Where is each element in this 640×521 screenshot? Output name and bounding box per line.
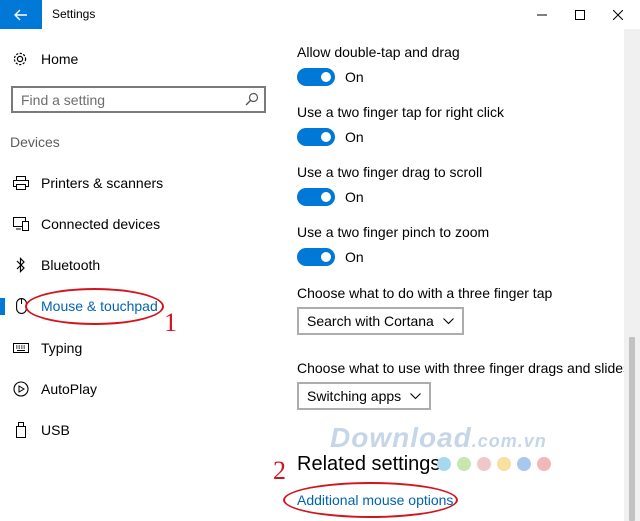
- maximize-icon: [575, 9, 585, 20]
- annotation-number-2: 2: [273, 456, 286, 485]
- three-finger-drag-dropdown[interactable]: Switching apps: [297, 382, 432, 410]
- title-bar: Settings: [0, 0, 640, 29]
- mouse-icon: [13, 298, 29, 314]
- sidebar-item-label: Typing: [41, 340, 83, 356]
- double-tap-title: Allow double-tap and drag: [297, 44, 460, 60]
- sidebar-item-label: AutoPlay: [41, 381, 98, 397]
- two-finger-drag-toggle[interactable]: On: [297, 187, 364, 207]
- sidebar-item-label: Connected devices: [41, 216, 161, 232]
- sidebar-item-usb[interactable]: USB: [0, 412, 272, 448]
- search-placeholder: Find a setting: [21, 92, 106, 108]
- toggle-switch[interactable]: [297, 248, 335, 266]
- back-button[interactable]: [0, 0, 42, 29]
- devices-section-label: Devices: [10, 134, 60, 150]
- vertical-scrollbar[interactable]: [624, 29, 640, 521]
- toggle-state: On: [345, 129, 364, 145]
- window-title: Settings: [52, 7, 96, 21]
- two-finger-drag-title: Use a two finger drag to scroll: [297, 164, 483, 180]
- dropdown-value: Switching apps: [307, 388, 402, 404]
- main-content: Allow double-tap and drag On Use a two f…: [272, 29, 630, 521]
- home-nav-item[interactable]: Home: [12, 49, 78, 69]
- back-arrow-icon: [14, 9, 27, 20]
- search-input[interactable]: Find a setting: [11, 86, 266, 113]
- connected-devices-icon: [13, 216, 29, 232]
- toggle-switch[interactable]: [297, 128, 335, 146]
- additional-mouse-options-link[interactable]: Additional mouse options: [297, 492, 453, 508]
- toggle-state: On: [345, 189, 364, 205]
- sidebar-item-label: Printers & scanners: [41, 175, 164, 191]
- three-finger-tap-dropdown[interactable]: Search with Cortana: [297, 307, 464, 335]
- printer-icon: [13, 175, 29, 191]
- chevron-down-icon: [442, 317, 454, 325]
- sidebar-item-mouse-touchpad[interactable]: Mouse & touchpad: [0, 288, 272, 324]
- chevron-down-icon: [410, 392, 422, 400]
- two-finger-tap-title: Use a two finger tap for right click: [297, 104, 504, 120]
- bluetooth-icon: [13, 257, 29, 273]
- pinch-zoom-toggle[interactable]: On: [297, 247, 364, 267]
- search-icon: [245, 92, 259, 106]
- sidebar-item-typing[interactable]: Typing: [0, 330, 272, 366]
- three-finger-tap-title: Choose what to do with a three finger ta…: [297, 285, 553, 301]
- sidebar: Home Find a setting Devices Printers & s…: [0, 29, 272, 521]
- pinch-zoom-title: Use a two finger pinch to zoom: [297, 224, 490, 240]
- sidebar-item-label: Bluetooth: [41, 257, 101, 273]
- toggle-switch[interactable]: [297, 68, 335, 86]
- usb-icon: [13, 422, 29, 438]
- two-finger-tap-toggle[interactable]: On: [297, 127, 364, 147]
- gear-icon: [13, 52, 27, 66]
- dropdown-value: Search with Cortana: [307, 313, 434, 329]
- sidebar-item-connected-devices[interactable]: Connected devices: [0, 206, 272, 242]
- sidebar-item-label: USB: [41, 422, 70, 438]
- related-settings-heading: Related settings: [297, 453, 441, 475]
- home-label: Home: [41, 51, 79, 67]
- sidebar-item-printers[interactable]: Printers & scanners: [0, 165, 272, 201]
- toggle-state: On: [345, 69, 364, 85]
- close-icon: [613, 9, 623, 20]
- close-button[interactable]: [596, 0, 640, 29]
- minimize-icon: [537, 14, 547, 15]
- three-finger-drag-title: Choose what to use with three finger dra…: [297, 360, 631, 376]
- toggle-switch[interactable]: [297, 188, 335, 206]
- sidebar-item-autoplay[interactable]: AutoPlay: [0, 371, 272, 407]
- annotation-number-1: 1: [164, 308, 177, 337]
- toggle-state: On: [345, 249, 364, 265]
- autoplay-icon: [13, 381, 29, 397]
- sidebar-item-label: Mouse & touchpad: [41, 298, 158, 314]
- keyboard-icon: [13, 340, 29, 356]
- sidebar-item-bluetooth[interactable]: Bluetooth: [0, 247, 272, 283]
- scrollbar-thumb[interactable]: [629, 337, 635, 521]
- double-tap-toggle[interactable]: On: [297, 67, 364, 87]
